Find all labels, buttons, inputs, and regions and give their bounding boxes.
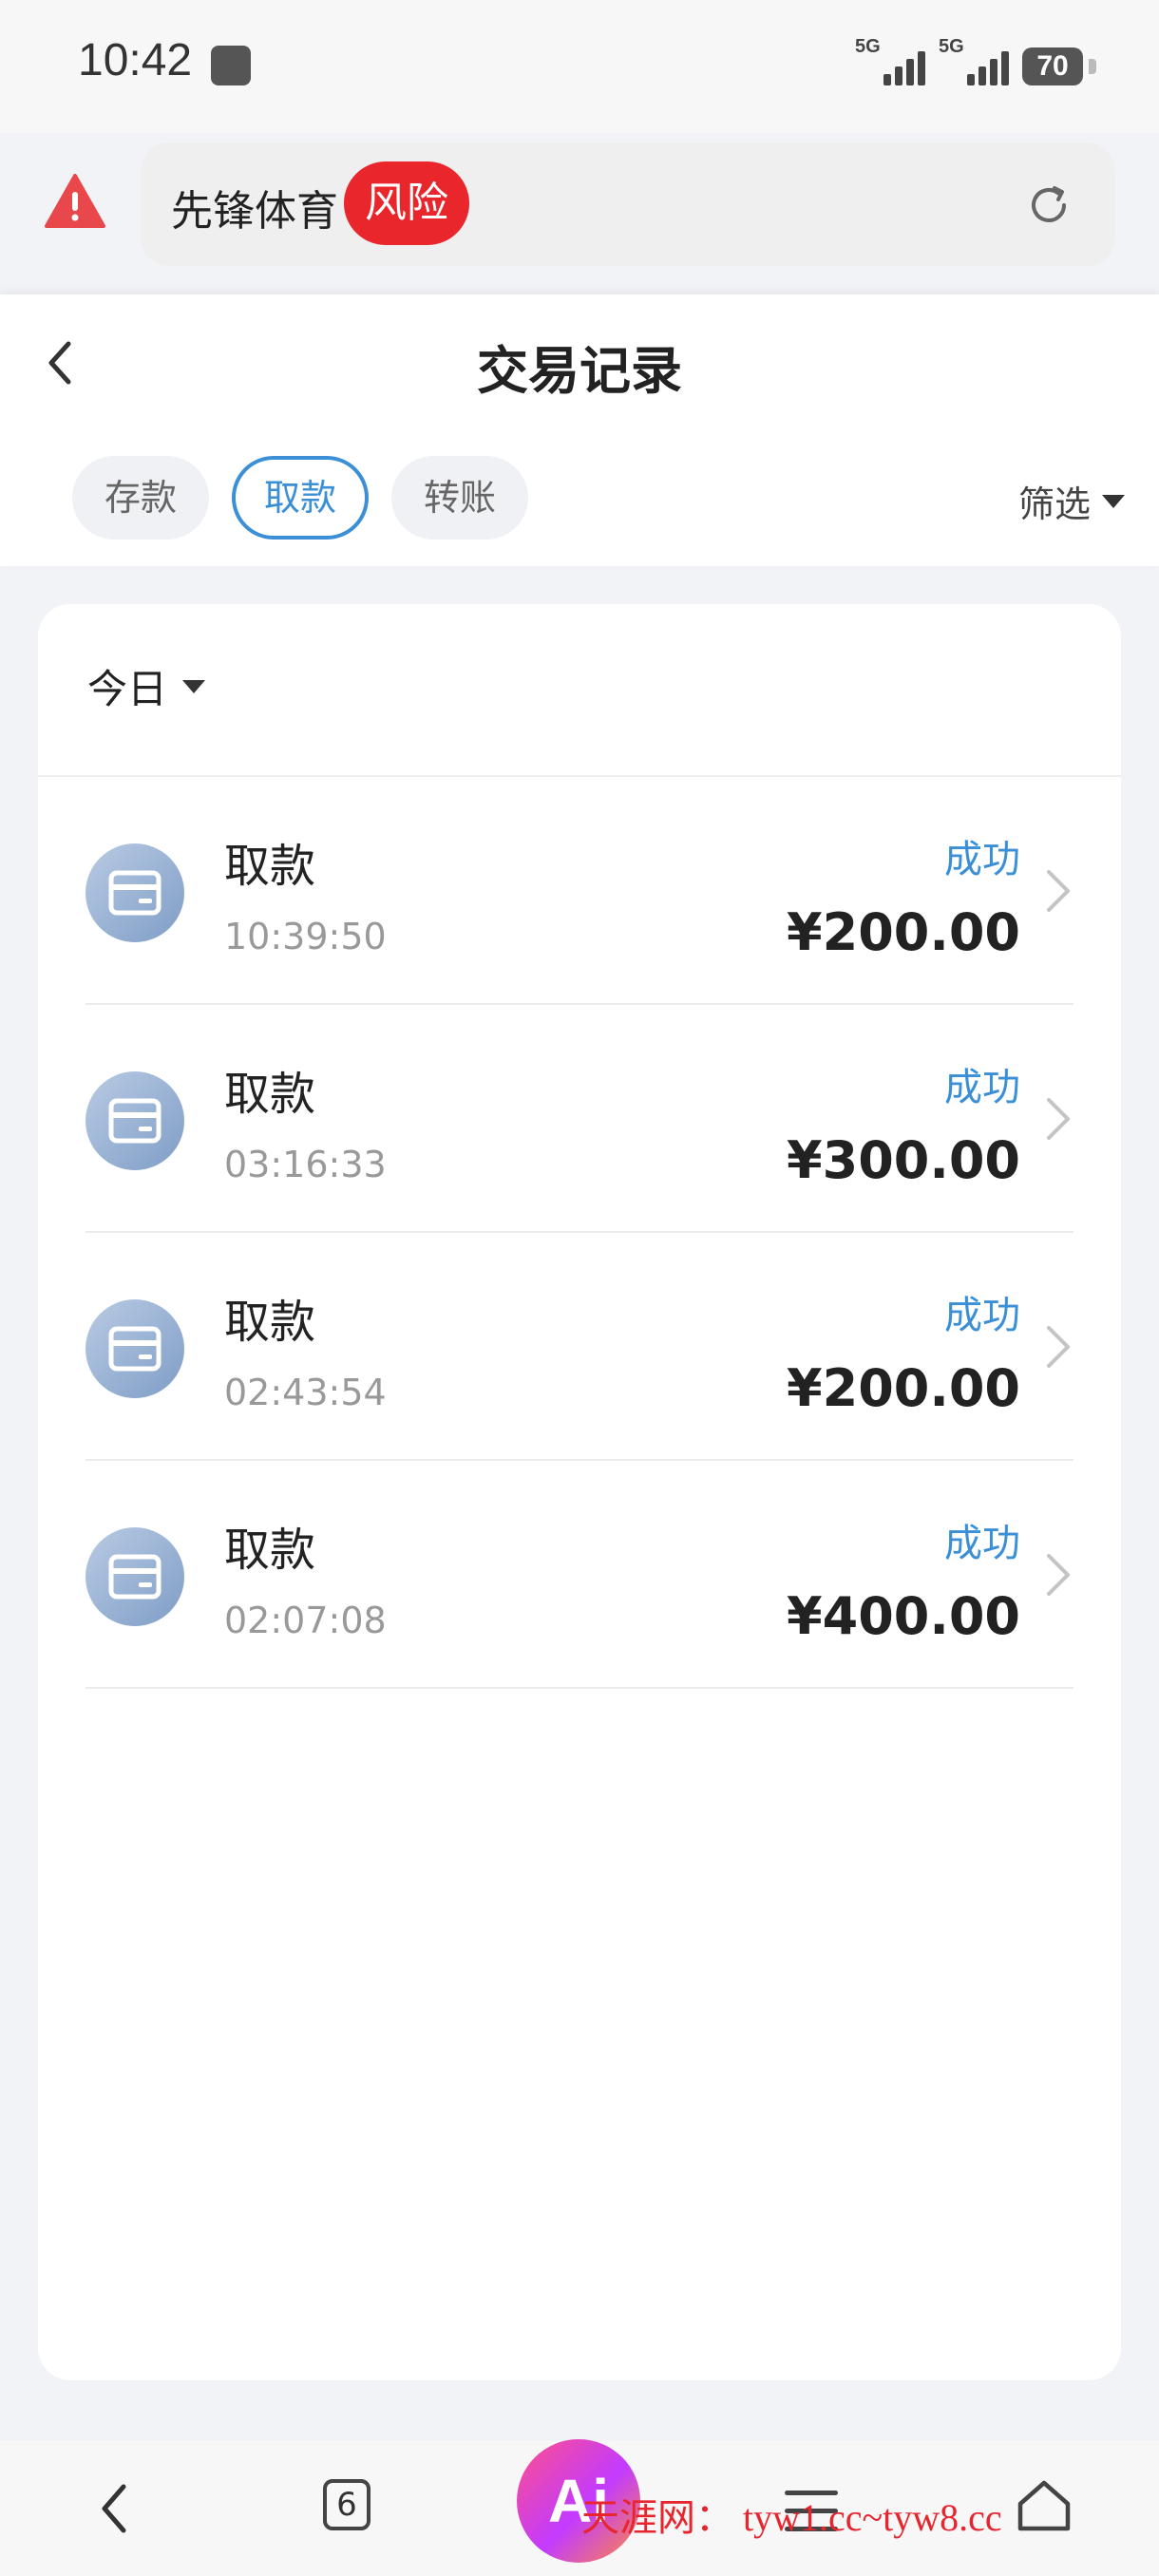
transaction-row[interactable]: 取款 02:43:54 成功 ¥200.00 — [86, 1233, 1074, 1461]
transaction-type: 取款 — [224, 1296, 316, 1349]
tab-withdraw[interactable]: 取款 — [232, 456, 370, 540]
address-bar[interactable]: 先锋体育 风险 — [141, 142, 1115, 266]
tabs-count-button[interactable]: 6 — [323, 2479, 370, 2530]
records-card: 今日 取款 10:39:50 成功 ¥200.00 取款 03:16:33 成功… — [38, 604, 1121, 2380]
transaction-type: 取款 — [224, 1524, 316, 1577]
divider — [86, 1687, 1074, 1689]
card-icon — [86, 1299, 184, 1398]
transaction-amount: ¥300.00 — [787, 1130, 1020, 1190]
card-icon — [86, 843, 184, 942]
reload-icon[interactable] — [1024, 180, 1074, 230]
transaction-amount: ¥400.00 — [787, 1586, 1020, 1646]
status-indicators: 5G 5G 70 — [855, 36, 1096, 85]
nav-back-icon[interactable] — [93, 2475, 135, 2542]
page-title: 交易记录 — [477, 341, 682, 401]
date-selector-label: 今日 — [87, 666, 168, 712]
transaction-status: 成功 — [944, 1522, 1020, 1565]
transaction-status: 成功 — [944, 838, 1020, 881]
chevron-right-icon — [1047, 1098, 1070, 1140]
chevron-right-icon — [1047, 1326, 1070, 1368]
transaction-time: 03:16:33 — [224, 1144, 387, 1185]
transaction-status: 成功 — [944, 1294, 1020, 1337]
dropdown-caret-icon — [1102, 494, 1125, 508]
transaction-time: 10:39:50 — [224, 916, 387, 957]
transaction-page: 交易记录 存款 取款 转账 筛选 今日 取款 10:39:50 成功 ¥200.… — [0, 294, 1159, 2441]
status-time: 10:42 — [78, 35, 193, 85]
tab-transfer[interactable]: 转账 — [391, 456, 529, 540]
transaction-time: 02:43:54 — [224, 1372, 387, 1413]
site-name: 先锋体育 — [171, 187, 338, 236]
signal-icon-2: 5G — [939, 36, 1009, 85]
transaction-amount: ¥200.00 — [787, 1358, 1020, 1418]
network-type-2: 5G — [939, 36, 964, 57]
date-selector[interactable]: 今日 — [87, 657, 206, 715]
card-icon — [86, 1527, 184, 1626]
transaction-type: 取款 — [224, 840, 316, 893]
filter-label: 筛选 — [1017, 483, 1091, 525]
chevron-right-icon — [1047, 870, 1070, 912]
page-header: 交易记录 存款 取款 转账 筛选 — [0, 294, 1159, 566]
filter-button[interactable]: 筛选 — [1018, 475, 1125, 527]
transaction-row[interactable]: 取款 02:07:08 成功 ¥400.00 — [86, 1461, 1074, 1689]
tab-deposit[interactable]: 存款 — [72, 456, 210, 540]
transaction-row[interactable]: 取款 10:39:50 成功 ¥200.00 — [86, 777, 1074, 1005]
risk-badge[interactable]: 风险 — [344, 161, 469, 245]
signal-icon: 5G — [855, 36, 925, 85]
transaction-time: 02:07:08 — [224, 1600, 387, 1641]
notification-icon — [211, 46, 251, 85]
transaction-type-tabs: 存款 取款 转账 — [72, 456, 529, 540]
battery-icon: 70 — [1022, 47, 1096, 85]
warning-icon[interactable] — [44, 173, 106, 230]
transaction-row[interactable]: 取款 03:16:33 成功 ¥300.00 — [86, 1005, 1074, 1233]
transaction-status: 成功 — [944, 1066, 1020, 1109]
card-icon — [86, 1071, 184, 1170]
status-bar: 10:42 5G 5G 70 — [0, 0, 1159, 133]
watermark: 天涯网： tyw1.cc~tyw8.cc — [581, 2496, 1002, 2539]
dropdown-caret-icon — [182, 679, 206, 693]
network-type-1: 5G — [855, 36, 881, 57]
transaction-type: 取款 — [224, 1068, 316, 1121]
transaction-amount: ¥200.00 — [787, 902, 1020, 962]
home-icon[interactable] — [1013, 2473, 1075, 2536]
chevron-right-icon — [1047, 1554, 1070, 1596]
